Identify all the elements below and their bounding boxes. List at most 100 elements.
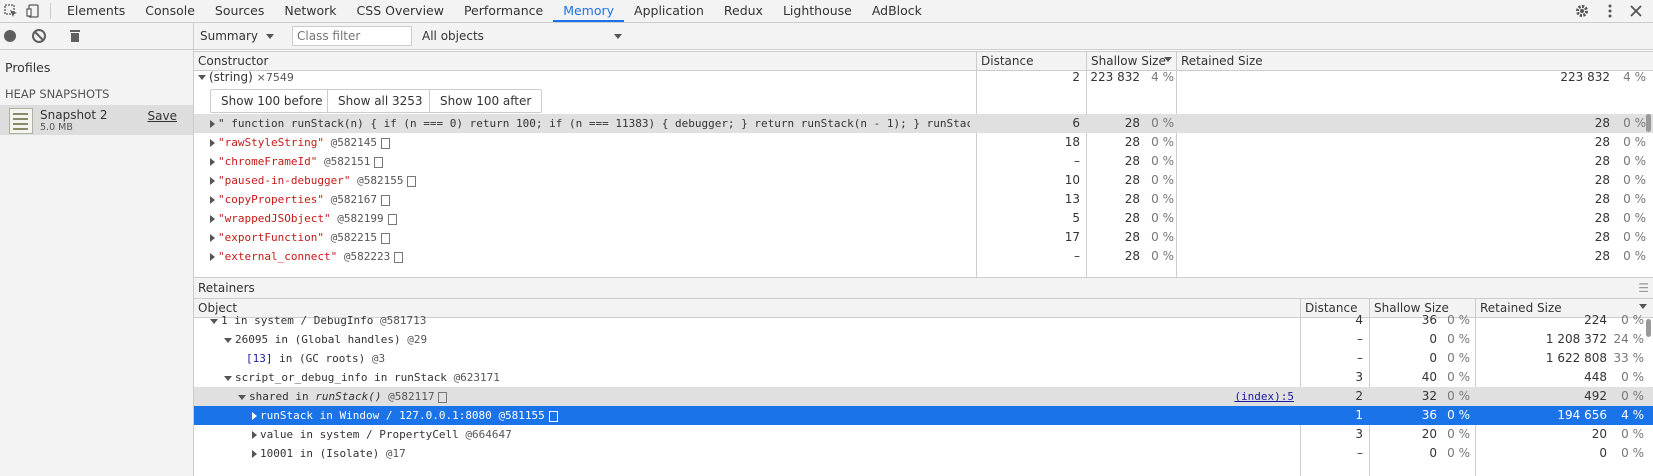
settings-gear-icon[interactable] [1570, 0, 1594, 22]
reveal-icon[interactable] [387, 213, 397, 225]
header-retained-size[interactable]: Retained Size [1181, 54, 1263, 68]
reveal-icon[interactable] [438, 391, 448, 403]
close-icon[interactable] [1624, 0, 1648, 22]
retained-pct-cell: 0 % [1621, 370, 1644, 384]
expanded-arrow-icon[interactable] [198, 75, 206, 80]
tab-network[interactable]: Network [274, 0, 346, 22]
retainer-row[interactable]: runStack in Window / 127.0.0.1:8080 @581… [194, 406, 1653, 425]
expand-arrow-icon[interactable] [210, 158, 215, 166]
tab-css-overview[interactable]: CSS Overview [347, 0, 454, 22]
retainer-edge: 26095 [235, 333, 269, 346]
expand-arrow-icon[interactable] [210, 196, 215, 204]
reveal-icon[interactable] [548, 410, 558, 422]
objects-select[interactable]: All objects [416, 26, 628, 46]
object-id: @582199 [337, 212, 384, 225]
trash-icon[interactable] [70, 30, 80, 42]
retainer-row[interactable]: 1 in system / DebugInfo @581713 4 36 0 % 224… [194, 311, 1653, 330]
retainer-row[interactable]: [13] in (GC roots) @3 – 0 0 % 1 622 808 33 % [194, 349, 1653, 368]
reveal-icon[interactable] [380, 194, 390, 206]
show-all-button[interactable]: Show all 3253 [327, 89, 434, 113]
retainer-row[interactable]: 10001 in (Isolate) @17 – 0 0 % 0 0 % [194, 444, 1653, 463]
tab-elements[interactable]: Elements [57, 0, 135, 22]
expanded-arrow-icon[interactable] [224, 337, 232, 343]
tab-console[interactable]: Console [135, 0, 205, 22]
expand-arrow-icon[interactable] [210, 177, 215, 185]
view-select[interactable]: Summary [194, 26, 286, 46]
distance-cell: 10 [1064, 173, 1080, 187]
tab-application[interactable]: Application [624, 0, 714, 22]
shallow-size-cell: 0 [1429, 351, 1437, 365]
tab-redux[interactable]: Redux [714, 0, 773, 22]
scrollbar-thumb[interactable] [1646, 319, 1651, 337]
group-distance: 2 [1072, 71, 1080, 83]
scrollbar-thumb[interactable] [1646, 114, 1651, 132]
memory-toolbar: Summary All objects [194, 23, 1653, 50]
table-row[interactable]: " function runStack(n) { if (n === 0) re… [194, 114, 1653, 133]
shallow-pct-cell: 0 % [1447, 332, 1470, 346]
expand-arrow-icon[interactable] [210, 253, 215, 261]
retainers-title: Retainers [198, 281, 255, 295]
retainer-row[interactable]: shared in runStack() @582117 (index):5 2 32… [194, 387, 1653, 406]
retainer-id: @29 [407, 333, 428, 346]
table-row[interactable]: "paused-in-debugger" @582155 10 28 0 % 28 0 % [194, 171, 1653, 190]
expand-arrow-icon[interactable] [252, 431, 257, 439]
shallow-pct-cell: 0 % [1447, 427, 1470, 441]
retained-size-cell: 492 [1584, 389, 1607, 403]
expand-arrow-icon[interactable] [210, 215, 215, 223]
table-row-group[interactable]: (string) ×7549 2 223 832 4 % 223 832 4 % [194, 71, 1653, 85]
device-toolbar-icon[interactable] [22, 0, 44, 22]
table-row[interactable]: "wrappedJSObject" @582199 5 28 0 % 28 0 % [194, 209, 1653, 228]
snapshot-item[interactable]: Snapshot 2 5.0 MB Save [0, 105, 193, 135]
retainer-object: (GC roots) [299, 352, 366, 365]
show-100-after-button[interactable]: Show 100 after [429, 89, 543, 113]
source-link[interactable]: (index):5 [1234, 387, 1294, 406]
reveal-icon[interactable] [380, 137, 390, 149]
record-icon[interactable] [4, 30, 16, 42]
more-options-icon[interactable] [1598, 0, 1622, 22]
group-shallow: 223 832 [1090, 71, 1140, 83]
retainer-row[interactable]: script_or_debug_info in runStack @623171… [194, 368, 1653, 387]
table-row[interactable]: "exportFunction" @582215 17 28 0 % 28 0 % [194, 228, 1653, 247]
reveal-icon[interactable] [374, 156, 384, 168]
inspect-element-icon[interactable] [0, 0, 22, 22]
expand-arrow-icon[interactable] [210, 139, 215, 147]
table-row[interactable]: "chromeFrameId" @582151 – 28 0 % 28 0 % [194, 152, 1653, 171]
expanded-arrow-icon[interactable] [210, 318, 218, 324]
reveal-icon[interactable] [380, 232, 390, 244]
retained-pct-cell: 24 % [1613, 332, 1645, 346]
header-distance[interactable]: Distance [981, 54, 1033, 68]
header-shallow-size[interactable]: Shallow Size [1091, 54, 1166, 68]
drag-handle-icon[interactable]: ☰ [1638, 278, 1649, 298]
class-filter-input[interactable] [292, 26, 412, 46]
table-row[interactable]: "copyProperties" @582167 13 28 0 % 28 0 % [194, 190, 1653, 209]
tab-memory[interactable]: Memory [553, 0, 625, 22]
retainer-row[interactable]: 26095 in (Global handles) @29 – 0 0 % 1 208 … [194, 330, 1653, 349]
tab-performance[interactable]: Performance [454, 0, 553, 22]
table-row[interactable]: "rawStyleString" @582145 18 28 0 % 28 0 % [194, 133, 1653, 152]
table-row[interactable]: "external_connect" @582223 – 28 0 % 28 0 % [194, 247, 1653, 266]
retained-size-cell: 28 [1594, 135, 1610, 149]
expand-arrow-icon[interactable] [210, 234, 215, 242]
retainer-row[interactable]: value in system / PropertyCell @664647 3 2… [194, 425, 1653, 444]
distance-cell: 18 [1064, 135, 1080, 149]
tab-lighthouse[interactable]: Lighthouse [773, 0, 862, 22]
save-link[interactable]: Save [148, 109, 177, 123]
reveal-icon[interactable] [407, 175, 417, 187]
retainer-id: @581713 [379, 314, 427, 327]
retained-pct-cell: 0 % [1621, 446, 1644, 460]
reveal-icon[interactable] [394, 251, 404, 263]
expanded-arrow-icon[interactable] [224, 375, 232, 381]
expanded-arrow-icon[interactable] [238, 394, 246, 400]
tab-sources[interactable]: Sources [205, 0, 274, 22]
expand-arrow-icon[interactable] [252, 450, 257, 458]
show-100-before-button[interactable]: Show 100 before [210, 89, 334, 113]
tab-adblock[interactable]: AdBlock [862, 0, 932, 22]
expand-arrow-icon[interactable] [252, 412, 257, 420]
retainer-in: in [299, 447, 313, 460]
shallow-size-cell: 40 [1421, 370, 1437, 384]
clear-icon[interactable] [32, 29, 46, 43]
group-retained: 223 832 [1560, 71, 1610, 83]
constructor-grid-header: Constructor Distance Shallow Size Retain… [194, 52, 1653, 71]
expand-arrow-icon[interactable] [210, 120, 215, 128]
header-constructor[interactable]: Constructor [198, 54, 268, 68]
